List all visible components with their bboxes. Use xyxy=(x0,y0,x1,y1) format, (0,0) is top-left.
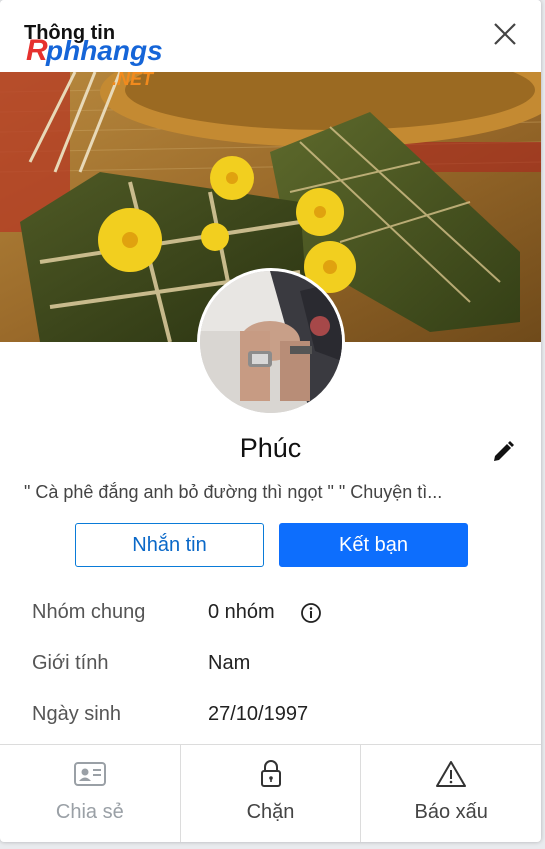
watermark-logo: R phhangs .NET xyxy=(26,34,163,89)
info-label: Ngày sinh xyxy=(32,703,121,725)
profile-dialog: Thông tin R phhangs .NET Phúc " Cà phê đ… xyxy=(0,0,541,842)
info-row-birthday: Ngày sinh 27/10/1997 xyxy=(32,703,512,733)
svg-text:R: R xyxy=(26,34,48,67)
profile-name: Phúc xyxy=(239,433,302,463)
report-button[interactable]: Báo xấu xyxy=(361,745,541,842)
profile-bio: " Cà phê đắng anh bỏ đường thì ngọt " " … xyxy=(24,482,443,502)
footer-actions: Chia sẻ Chặn Báo xấu xyxy=(0,744,541,842)
info-label: Nhóm chung xyxy=(32,601,146,623)
info-value: Nam xyxy=(208,652,251,674)
lock-icon xyxy=(260,760,281,787)
id-card-icon xyxy=(73,762,106,786)
footer-label: Chặn xyxy=(246,801,295,823)
info-value: 0 nhóm xyxy=(208,601,275,623)
close-icon[interactable] xyxy=(491,20,519,48)
warning-icon xyxy=(436,761,467,787)
info-label: Giới tính xyxy=(32,652,109,674)
footer-label: Báo xấu xyxy=(414,801,488,823)
info-row-gender: Giới tính Nam xyxy=(32,652,512,682)
message-button[interactable]: Nhắn tin xyxy=(75,523,264,567)
avatar-image xyxy=(200,271,342,413)
info-value: 27/10/1997 xyxy=(208,703,309,725)
info-row-groups: Nhóm chung 0 nhóm xyxy=(32,601,512,631)
footer-label: Chia sẻ xyxy=(55,801,124,823)
info-icon[interactable] xyxy=(300,602,322,624)
share-button[interactable]: Chia sẻ xyxy=(0,745,181,842)
add-friend-button[interactable]: Kết bạn xyxy=(279,523,468,567)
block-button[interactable]: Chặn xyxy=(181,745,362,842)
svg-text:.NET: .NET xyxy=(112,69,155,89)
svg-text:phhangs: phhangs xyxy=(45,35,163,66)
avatar[interactable] xyxy=(197,268,345,416)
pencil-icon[interactable] xyxy=(490,439,516,465)
